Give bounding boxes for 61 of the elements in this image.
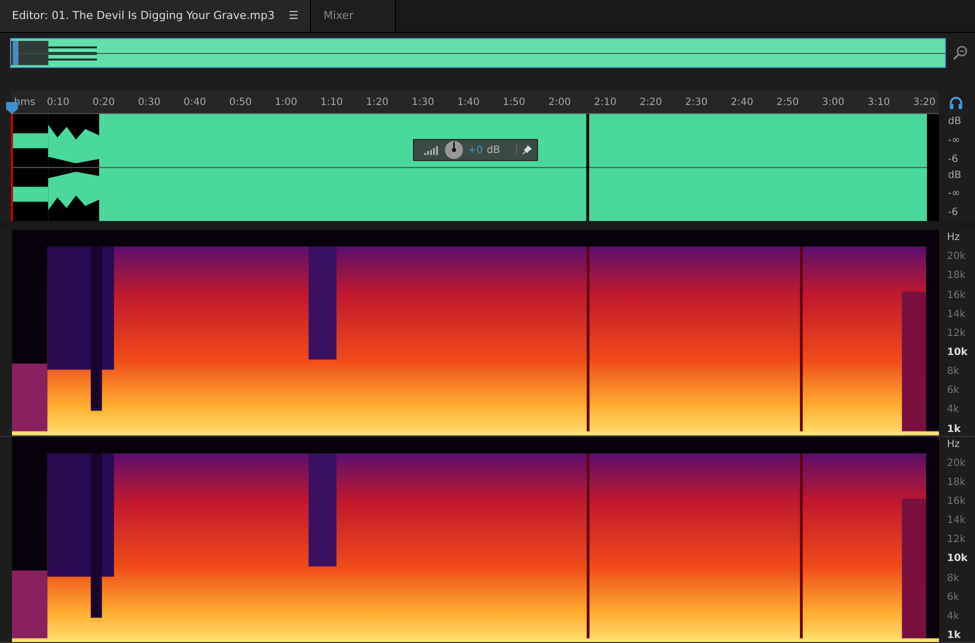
tab-label[interactable]: Mixer <box>323 9 354 22</box>
frequency-label: 14k <box>947 515 967 528</box>
time-label: 1:30 <box>410 96 436 108</box>
time-label: 0:10 <box>46 96 70 108</box>
frequency-label: 1k <box>947 424 962 436</box>
editor-tab[interactable]: Editor: 01. The Devil Is Digging Your Grave.mp3 ☰ <box>0 0 312 32</box>
frequency-label: 10k <box>947 346 969 359</box>
frequency-label: 14k <box>947 308 967 321</box>
frequency-label: 12k <box>947 328 967 340</box>
db-label: dB <box>948 170 962 182</box>
frequency-label: 1k <box>947 630 962 642</box>
time-label: 0:20 <box>91 96 116 108</box>
hz-unit: Hz <box>947 232 961 244</box>
time-label: 3:10 <box>866 96 892 108</box>
time-label: 0:50 <box>228 96 253 108</box>
editor-tab[interactable]: Mixer <box>311 0 396 32</box>
frequency-label: 18k <box>947 476 967 489</box>
frequency-label: 18k <box>947 270 967 282</box>
tab-label[interactable]: Editor: 01. The Devil Is Digging Your Grave.mp3 <box>12 9 275 22</box>
time-label: 2:00 <box>547 96 572 108</box>
db-label: -∞ <box>948 134 961 147</box>
time-label: 1:20 <box>365 96 390 108</box>
menu-icon[interactable]: ☰ <box>288 9 298 22</box>
time-label: 2:40 <box>730 96 754 108</box>
volume-knob[interactable] <box>444 140 464 160</box>
gain-control[interactable]: +0 dB <box>413 139 538 162</box>
time-label: 2:20 <box>638 96 664 108</box>
time-label: 1:40 <box>456 96 481 108</box>
time-label: 1:10 <box>319 96 344 108</box>
frequency-label: 20k <box>947 458 967 470</box>
level-icon <box>424 145 440 156</box>
time-label: 0:30 <box>137 96 162 108</box>
db-label: -∞ <box>948 188 961 200</box>
frequency-label: 10k <box>947 553 969 566</box>
frequency-label: 8k <box>947 366 960 378</box>
overview-waveform[interactable] <box>10 38 946 68</box>
db-label: dB <box>948 116 962 128</box>
frequency-label: 16k <box>947 290 967 302</box>
time-label: 1:50 <box>502 96 526 108</box>
frequency-label: 20k <box>947 251 967 264</box>
frequency-label: 16k <box>947 496 967 508</box>
frequency-label: 4k <box>947 404 960 416</box>
db-label: -6 <box>948 154 959 166</box>
db-label: -6 <box>948 207 959 220</box>
time-label: 2:30 <box>684 96 709 108</box>
time-label: 2:10 <box>592 96 618 108</box>
time-label: 2:50 <box>775 96 800 108</box>
zoom-icon[interactable] <box>952 44 970 62</box>
time-label: 1:00 <box>274 96 298 108</box>
time-label: 3:00 <box>820 96 846 108</box>
time-label: 3:20 <box>912 96 937 108</box>
hz-unit: Hz <box>947 438 961 451</box>
frequency-label: 8k <box>947 572 960 585</box>
frequency-label: 4k <box>947 610 960 623</box>
frequency-label: 12k <box>947 534 967 546</box>
gain-unit: dB <box>486 144 500 156</box>
headphones-icon[interactable] <box>949 96 963 110</box>
pin-icon[interactable] <box>516 145 532 156</box>
frequency-label: 6k <box>947 592 960 604</box>
frequency-label: 6k <box>947 385 960 398</box>
time-label: 0:40 <box>182 96 208 108</box>
